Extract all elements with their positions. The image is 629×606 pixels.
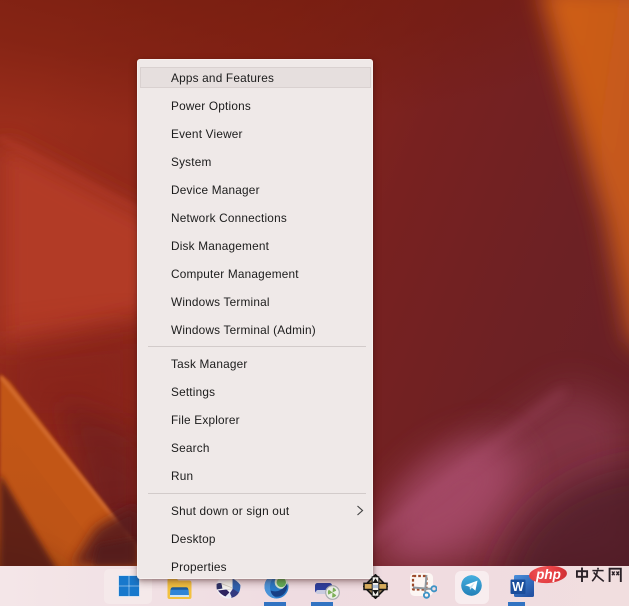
svg-text:W: W bbox=[512, 580, 524, 594]
